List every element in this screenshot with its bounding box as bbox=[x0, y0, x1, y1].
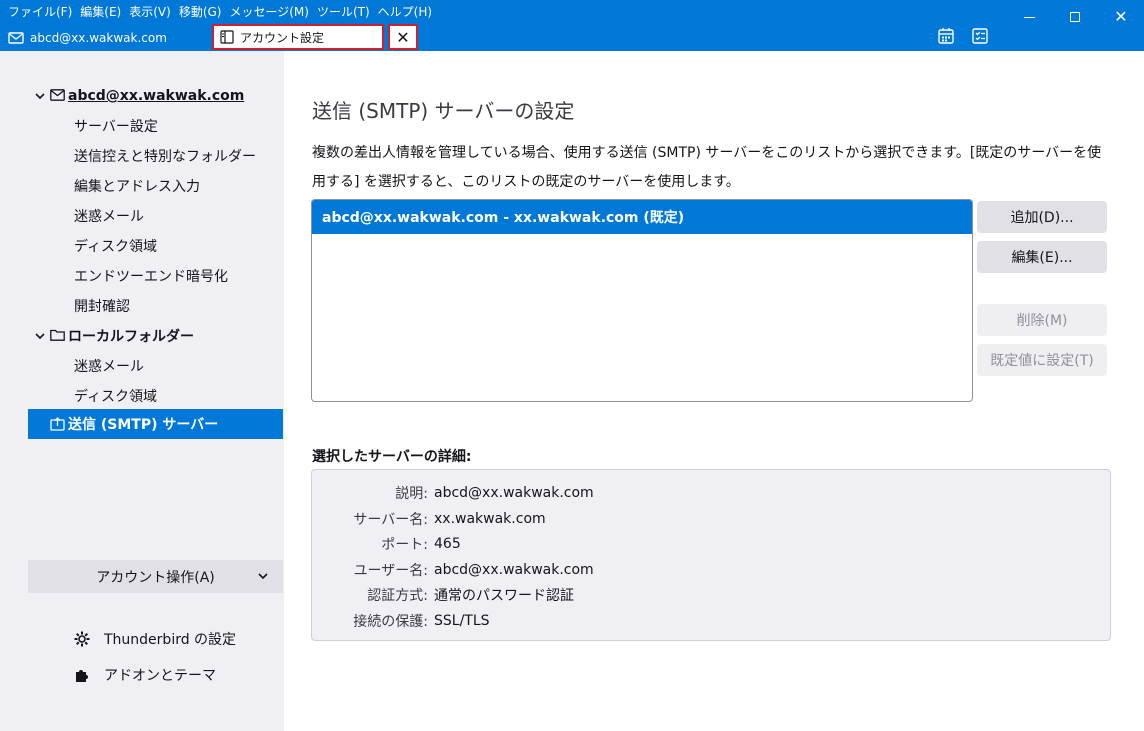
detail-description-row: 説明: abcd@xx.wakwak.com bbox=[312, 481, 1110, 505]
tree-item-smtp-server[interactable]: 送信 (SMTP) サーバー bbox=[28, 409, 283, 439]
detail-value: xx.wakwak.com bbox=[434, 511, 546, 527]
tab-account-settings[interactable]: アカウント設定 bbox=[212, 24, 384, 50]
tree-item-return-receipts[interactable]: 開封確認 bbox=[28, 291, 283, 321]
minimize-button[interactable] bbox=[1006, 0, 1052, 34]
tree-item-label: 迷惑メール bbox=[74, 359, 144, 375]
detail-value: 465 bbox=[434, 536, 461, 552]
tree-item-label: 編集とアドレス入力 bbox=[74, 179, 200, 195]
detail-label: ユーザー名: bbox=[353, 563, 428, 579]
tab-mail[interactable]: abcd@xx.wakwak.com bbox=[0, 26, 210, 50]
page-description: 複数の差出人情報を管理している場合、使用する送信 (SMTP) サーバーをこのリ… bbox=[312, 145, 1102, 190]
gear-icon bbox=[74, 631, 90, 647]
menu-view[interactable]: 表示(V) bbox=[125, 3, 175, 20]
menu-bar: ファイル(F) 編集(E) 表示(V) 移動(G) メッセージ(M) ツール(T… bbox=[0, 0, 436, 22]
outbox-icon bbox=[50, 417, 66, 431]
delete-button-label: 削除(M) bbox=[1016, 313, 1068, 329]
chevron-down-icon[interactable] bbox=[34, 332, 46, 340]
thunderbird-settings-link[interactable]: Thunderbird の設定 bbox=[74, 627, 236, 651]
menu-edit[interactable]: 編集(E) bbox=[76, 3, 125, 20]
tree-item-composition-addressing[interactable]: 編集とアドレス入力 bbox=[28, 171, 283, 201]
addons-themes-link[interactable]: アドオンとテーマ bbox=[74, 663, 216, 687]
window-close-button[interactable]: ✕ bbox=[1098, 0, 1144, 34]
edit-button-label: 編集(E)... bbox=[1011, 250, 1073, 266]
maximize-icon bbox=[1070, 12, 1080, 22]
edit-server-button[interactable]: 編集(E)... bbox=[977, 241, 1107, 273]
tasks-icon[interactable] bbox=[970, 27, 990, 45]
detail-label: 接続の保護: bbox=[353, 614, 428, 630]
detail-connection-security-row: 接続の保護: SSL/TLS bbox=[312, 609, 1110, 633]
minimize-icon bbox=[1023, 16, 1035, 18]
tree-item-label: ディスク領域 bbox=[74, 389, 158, 405]
detail-server-name-row: サーバー名: xx.wakwak.com bbox=[312, 507, 1110, 531]
chevron-down-icon[interactable] bbox=[34, 92, 46, 100]
page-title: 送信 (SMTP) サーバーの設定 bbox=[312, 99, 575, 123]
chevron-down-icon bbox=[258, 573, 268, 580]
menu-file[interactable]: ファイル(F) bbox=[4, 3, 76, 20]
tree-item-local-junk[interactable]: 迷惑メール bbox=[28, 351, 283, 381]
set-default-button[interactable]: 既定値に設定(T) bbox=[977, 344, 1107, 376]
menu-go[interactable]: 移動(G) bbox=[175, 3, 226, 20]
detail-value: abcd@xx.wakwak.com bbox=[434, 562, 594, 578]
tree-item-label: エンドツーエンド暗号化 bbox=[74, 269, 228, 285]
tab-close-button[interactable]: ✕ bbox=[388, 24, 418, 50]
mail-icon bbox=[8, 32, 24, 44]
title-bar: ファイル(F) 編集(E) 表示(V) 移動(G) メッセージ(M) ツール(T… bbox=[0, 0, 1144, 51]
account-tree-sidebar: abcd@xx.wakwak.com サーバー設定 送信控えと特別なフォルダー … bbox=[0, 51, 284, 731]
tree-item-label: ディスク領域 bbox=[74, 239, 158, 255]
set-default-button-label: 既定値に設定(T) bbox=[990, 353, 1094, 369]
local-folders-name: ローカルフォルダー bbox=[68, 329, 194, 345]
addons-themes-label: アドオンとテーマ bbox=[104, 668, 216, 684]
detail-username-row: ユーザー名: abcd@xx.wakwak.com bbox=[312, 558, 1110, 582]
tree-item-label: 送信控えと特別なフォルダー bbox=[74, 149, 256, 165]
tree-item-server-settings[interactable]: サーバー設定 bbox=[28, 111, 283, 141]
thunderbird-settings-label: Thunderbird の設定 bbox=[104, 632, 237, 648]
puzzle-icon bbox=[76, 670, 88, 682]
detail-value: 通常のパスワード認証 bbox=[434, 588, 574, 604]
account-actions-label: アカウント操作(A) bbox=[96, 569, 215, 586]
mail-icon bbox=[50, 89, 66, 103]
detail-value: abcd@xx.wakwak.com bbox=[434, 485, 594, 501]
detail-value: SSL/TLS bbox=[434, 613, 490, 629]
tree-item-e2e-encryption[interactable]: エンドツーエンド暗号化 bbox=[28, 261, 283, 291]
detail-auth-method-row: 認証方式: 通常のパスワード認証 bbox=[312, 583, 1110, 607]
close-icon: ✕ bbox=[1114, 7, 1128, 26]
tree-item-label: 迷惑メール bbox=[74, 209, 144, 225]
detail-label: サーバー名: bbox=[353, 512, 428, 528]
detail-label: 認証方式: bbox=[367, 588, 428, 604]
detail-label: 説明: bbox=[395, 486, 428, 502]
add-button-label: 追加(D)... bbox=[1010, 210, 1074, 226]
tab-mail-label: abcd@xx.wakwak.com bbox=[30, 31, 167, 45]
tree-account-row[interactable]: abcd@xx.wakwak.com bbox=[28, 81, 283, 111]
tree-item-junk[interactable]: 迷惑メール bbox=[28, 201, 283, 231]
detail-port-row: ポート: 465 bbox=[312, 532, 1110, 556]
smtp-server-row[interactable]: abcd@xx.wakwak.com - xx.wakwak.com (既定) bbox=[312, 200, 972, 234]
folder-icon bbox=[50, 329, 66, 343]
delete-server-button[interactable]: 削除(M) bbox=[977, 304, 1107, 336]
menu-tools[interactable]: ツール(T) bbox=[313, 3, 374, 20]
tree-local-folders-row[interactable]: ローカルフォルダー bbox=[28, 321, 283, 351]
tree-item-label: 開封確認 bbox=[74, 299, 130, 315]
smtp-settings-pane: 送信 (SMTP) サーバーの設定 複数の差出人情報を管理している場合、使用する… bbox=[284, 51, 1144, 731]
calendar-icon[interactable] bbox=[936, 27, 956, 45]
details-heading: 選択したサーバーの詳細: bbox=[312, 449, 472, 465]
maximize-button[interactable] bbox=[1052, 0, 1098, 34]
account-actions-button[interactable]: アカウント操作(A) bbox=[28, 560, 283, 593]
tree-item-disk-space[interactable]: ディスク領域 bbox=[28, 231, 283, 261]
tree-item-label: サーバー設定 bbox=[74, 119, 158, 135]
tab-settings-label: アカウント設定 bbox=[240, 30, 325, 45]
tree-item-local-disk-space[interactable]: ディスク領域 bbox=[28, 381, 283, 411]
settings-page-icon bbox=[220, 30, 234, 44]
account-name: abcd@xx.wakwak.com bbox=[68, 88, 245, 104]
tree-item-copies-folders[interactable]: 送信控えと特別なフォルダー bbox=[28, 141, 283, 171]
server-details-box: 説明: abcd@xx.wakwak.com サーバー名: xx.wakwak.… bbox=[311, 469, 1111, 641]
close-icon: ✕ bbox=[396, 27, 410, 47]
detail-label: ポート: bbox=[381, 537, 428, 553]
add-server-button[interactable]: 追加(D)... bbox=[977, 201, 1107, 233]
smtp-server-list[interactable]: abcd@xx.wakwak.com - xx.wakwak.com (既定) bbox=[311, 199, 973, 402]
smtp-label: 送信 (SMTP) サーバー bbox=[68, 417, 219, 433]
menu-message[interactable]: メッセージ(M) bbox=[225, 3, 312, 20]
menu-help[interactable]: ヘルプ(H) bbox=[374, 3, 436, 20]
